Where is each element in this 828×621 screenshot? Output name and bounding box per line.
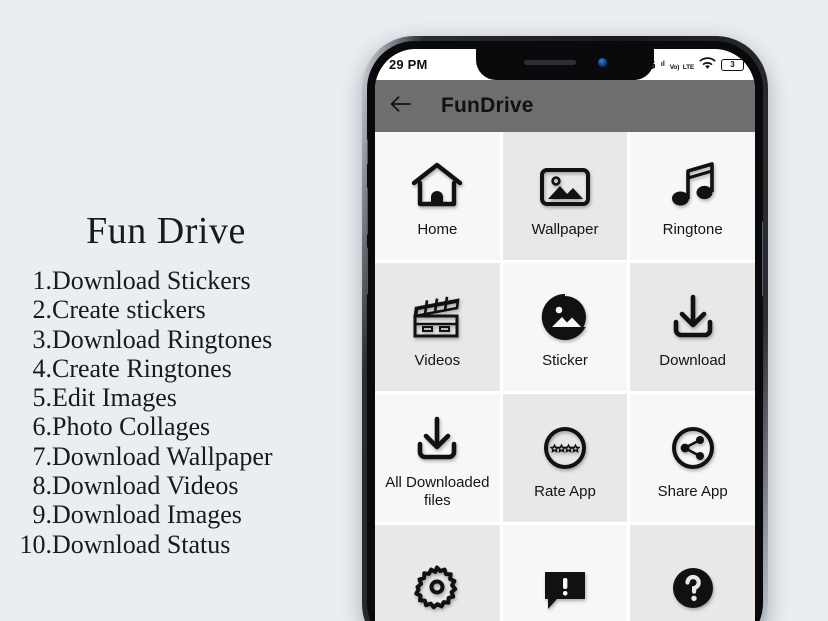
status-indicators: G ıl Vo) LTE 3 bbox=[646, 56, 744, 73]
tile-label: Share App bbox=[657, 483, 728, 500]
grid-tile-videos[interactable]: Videos bbox=[375, 263, 500, 391]
download-icon bbox=[670, 284, 716, 340]
list-item: Download Ringtones bbox=[0, 324, 273, 355]
list-item: Edit Images bbox=[0, 383, 177, 413]
download-icon bbox=[414, 406, 460, 462]
tile-label: Download bbox=[659, 352, 727, 369]
tile-label: Videos bbox=[414, 352, 461, 369]
tile-label: Home bbox=[417, 221, 458, 238]
status-time: 29 PM bbox=[389, 57, 428, 72]
tile-label: Ringtone bbox=[662, 221, 723, 238]
volume-down-button[interactable] bbox=[367, 187, 368, 235]
grid-tile-help[interactable] bbox=[630, 525, 755, 621]
volte-icon: Vo) LTE bbox=[669, 64, 694, 71]
feature-list: Download Stickers Create stickers Downlo… bbox=[0, 266, 360, 559]
grid-tile-wallpaper[interactable]: Wallpaper bbox=[502, 132, 628, 260]
back-arrow-icon[interactable] bbox=[389, 94, 413, 119]
promo-panel: Fun Drive Download Stickers Create stick… bbox=[0, 0, 360, 621]
grid-tile-all-downloaded-files[interactable]: All Downloaded files bbox=[375, 394, 500, 522]
app-bar: FunDrive bbox=[375, 80, 755, 132]
grid-tile-rate-app[interactable]: Rate App bbox=[502, 394, 628, 522]
page-title: Fun Drive bbox=[86, 210, 246, 252]
power-button[interactable] bbox=[762, 221, 763, 297]
earpiece-speaker-icon bbox=[523, 60, 576, 65]
share-icon bbox=[670, 415, 716, 471]
phone-screen: 29 PM G ıl Vo) LTE bbox=[375, 49, 755, 621]
settings-icon bbox=[413, 555, 461, 611]
grid-tile-settings[interactable] bbox=[375, 525, 500, 621]
tile-label: Wallpaper bbox=[531, 221, 599, 238]
wifi-icon bbox=[699, 56, 716, 73]
list-item: Download Videos bbox=[0, 471, 239, 501]
help-icon bbox=[670, 555, 716, 611]
volume-up-button[interactable] bbox=[367, 247, 368, 295]
tile-label: Sticker bbox=[542, 352, 588, 369]
feature-grid: Home Wallpaper Ringtone Videos Sticker D… bbox=[375, 132, 755, 621]
front-camera-icon bbox=[597, 58, 607, 67]
sticker-icon bbox=[541, 284, 589, 340]
tile-label: All Downloaded files bbox=[385, 474, 490, 509]
list-item: Create Ringtones bbox=[0, 353, 232, 384]
tile-label: Rate App bbox=[534, 483, 596, 500]
phone-bezel: 29 PM G ıl Vo) LTE bbox=[367, 41, 763, 621]
feedback-icon bbox=[542, 555, 588, 611]
phone-mockup: 29 PM G ıl Vo) LTE bbox=[362, 36, 768, 621]
list-item: Download Stickers bbox=[0, 266, 251, 296]
grid-tile-feedback[interactable] bbox=[502, 525, 628, 621]
grid-tile-download[interactable]: Download bbox=[630, 263, 755, 391]
grid-tile-ringtone[interactable]: Ringtone bbox=[630, 132, 755, 260]
grid-tile-share-app[interactable]: Share App bbox=[630, 394, 755, 522]
music-note-icon bbox=[668, 153, 718, 209]
notch bbox=[476, 49, 654, 80]
app-title: FunDrive bbox=[441, 94, 534, 117]
rate-stars-icon bbox=[542, 415, 588, 471]
image-icon bbox=[539, 153, 591, 209]
list-item: Photo Collages bbox=[0, 412, 211, 442]
list-item: Download Wallpaper bbox=[0, 441, 273, 472]
home-icon bbox=[410, 153, 464, 209]
grid-tile-home[interactable]: Home bbox=[375, 132, 500, 260]
clapboard-icon bbox=[410, 284, 464, 340]
list-item: Download Status bbox=[0, 529, 231, 560]
list-item: Create stickers bbox=[0, 295, 206, 325]
grid-tile-sticker[interactable]: Sticker bbox=[502, 263, 628, 391]
signal-bars-icon: ıl bbox=[660, 61, 665, 68]
list-item: Download Images bbox=[0, 500, 242, 530]
battery-icon: 3 bbox=[721, 58, 744, 71]
silence-switch[interactable] bbox=[367, 139, 368, 165]
